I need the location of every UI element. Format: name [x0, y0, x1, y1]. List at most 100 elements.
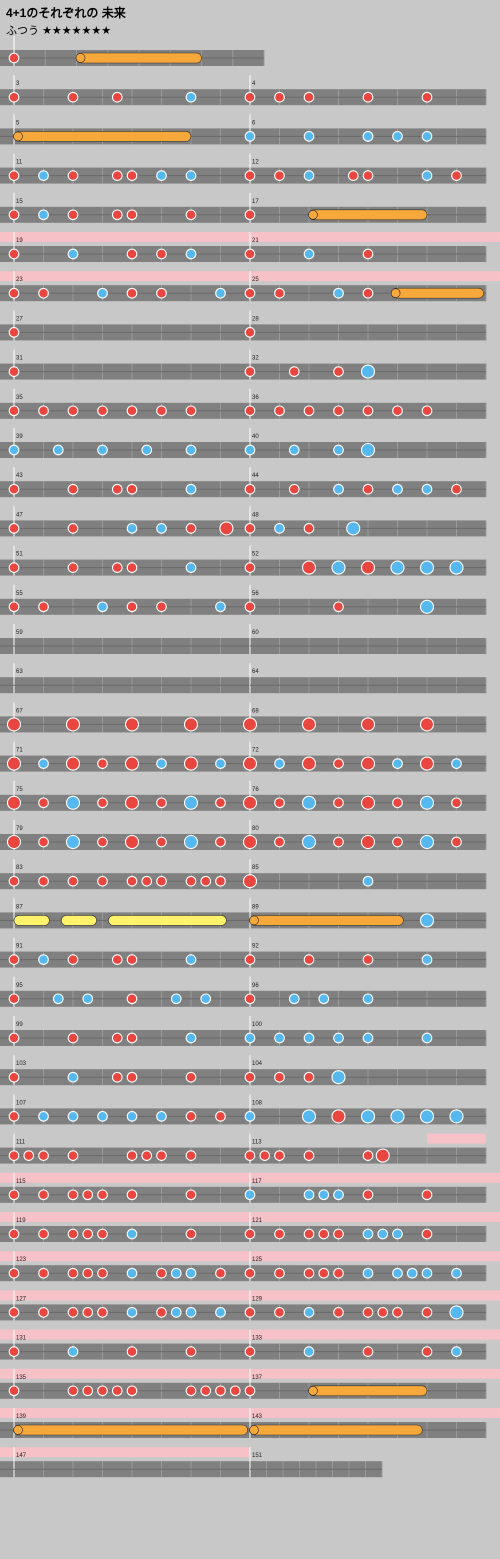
measure-number: 47	[16, 512, 23, 518]
don-note	[156, 1267, 167, 1279]
don-note	[8, 1111, 20, 1122]
don-note	[377, 1307, 389, 1318]
don-note	[111, 1385, 123, 1397]
don-note	[67, 483, 79, 495]
ka-note	[421, 1267, 433, 1279]
don-note	[185, 875, 197, 887]
don-note	[111, 562, 123, 573]
measure-number: 137	[252, 1375, 263, 1381]
don-note	[8, 1228, 20, 1240]
measure-number: 79	[16, 826, 23, 832]
don-note	[244, 1346, 256, 1357]
don-note	[8, 1346, 20, 1357]
don-note	[126, 1189, 138, 1201]
ka-note	[170, 993, 182, 1005]
ka-note	[67, 1071, 79, 1083]
don-note	[360, 795, 376, 810]
roll-head	[249, 915, 259, 926]
gogo-band	[0, 1172, 250, 1183]
don-note	[8, 993, 20, 1005]
ka-note	[421, 131, 433, 142]
roll-note	[13, 131, 192, 142]
don-note	[333, 1307, 344, 1318]
don-note	[67, 405, 79, 417]
don-note	[274, 91, 285, 103]
measure-number: 5	[16, 120, 20, 126]
measure-number: 117	[252, 1179, 262, 1185]
measure-number: 151	[252, 1453, 263, 1459]
measure-number: 143	[252, 1414, 263, 1420]
gogo-band	[0, 1251, 250, 1262]
ka-note	[97, 1111, 108, 1122]
ka-note	[156, 1111, 167, 1122]
don-note	[244, 287, 256, 299]
don-note	[82, 1267, 94, 1279]
ka-note	[303, 1346, 315, 1357]
don-note	[97, 836, 108, 848]
don-note	[6, 756, 22, 771]
ka-note	[421, 483, 433, 495]
don-note	[8, 601, 20, 613]
don-note	[97, 405, 108, 417]
measure-number: 31	[16, 356, 23, 362]
don-note	[126, 993, 138, 1005]
ka-note	[303, 1032, 315, 1044]
don-note	[274, 287, 285, 299]
don-note	[156, 405, 167, 417]
don-note	[200, 1385, 212, 1397]
don-note	[111, 1071, 123, 1083]
don-note	[6, 795, 22, 810]
ka-note	[392, 1267, 403, 1279]
ka-note	[318, 1189, 330, 1201]
don-note	[229, 1385, 241, 1397]
ka-note	[97, 444, 108, 456]
don-note	[301, 560, 317, 575]
don-note	[126, 954, 138, 965]
roll-note	[308, 209, 428, 221]
gogo-band	[0, 1212, 250, 1222]
measure-number: 108	[252, 1100, 263, 1106]
ka-note	[215, 1307, 226, 1318]
don-note	[8, 562, 20, 573]
ka-note	[362, 1032, 374, 1044]
measure-number: 44	[252, 473, 259, 479]
don-note	[8, 366, 20, 377]
roll-note	[391, 287, 484, 299]
ka-note	[170, 1307, 182, 1318]
ka-note	[126, 1111, 138, 1122]
don-note	[362, 1189, 374, 1201]
measure-number: 119	[16, 1218, 26, 1224]
don-note	[362, 1346, 374, 1357]
don-note	[97, 1228, 108, 1240]
don-note	[244, 405, 256, 417]
don-note	[318, 1267, 330, 1279]
ka-note	[65, 834, 81, 850]
don-note	[421, 91, 433, 103]
measure-number: 43	[16, 473, 23, 479]
measure-number: 55	[16, 591, 23, 597]
don-note	[8, 209, 20, 221]
ka-note	[183, 834, 199, 850]
don-note	[111, 954, 123, 965]
don-note	[8, 52, 20, 64]
don-note	[288, 366, 300, 377]
don-note	[8, 1071, 20, 1083]
ka-note	[449, 1305, 464, 1320]
measure-number: 40	[252, 434, 259, 440]
roll-note	[108, 915, 227, 926]
roll-head	[13, 1425, 23, 1435]
don-note	[301, 756, 317, 771]
measure-number: 115	[16, 1179, 26, 1185]
measure-number: 64	[252, 669, 259, 675]
measure-number: 52	[252, 552, 259, 558]
don-note	[67, 91, 79, 103]
don-note	[274, 1228, 285, 1240]
ka-note	[183, 795, 199, 810]
don-note	[67, 954, 79, 965]
measure-number: 12	[252, 160, 259, 166]
measure-number: 139	[16, 1414, 27, 1420]
don-note	[126, 405, 138, 417]
don-note	[244, 91, 256, 103]
don-note	[242, 834, 258, 850]
ka-note	[185, 483, 197, 495]
